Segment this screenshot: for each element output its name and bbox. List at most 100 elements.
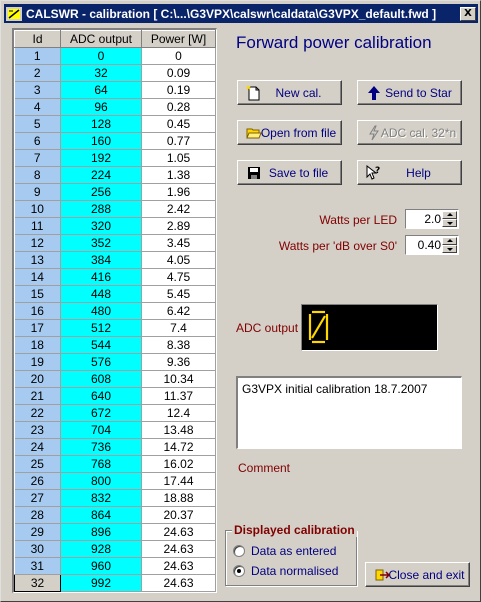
power-cell[interactable]: 24.63	[141, 557, 216, 575]
adc-output-cell[interactable]: 256	[60, 183, 142, 201]
table-row[interactable]: 29 896 24.63	[14, 523, 216, 541]
table-row[interactable]: 21 640 11.37	[14, 387, 216, 405]
close-and-exit-button[interactable]: Close and exit	[365, 562, 470, 587]
power-cell[interactable]: 11.37	[141, 387, 216, 405]
adc-output-cell[interactable]: 928	[60, 540, 142, 558]
table-row[interactable]: 8 224 1.38	[14, 166, 216, 184]
table-row[interactable]: 17 512 7.4	[14, 319, 216, 337]
power-cell[interactable]: 13.48	[141, 421, 216, 439]
table-row[interactable]: 16 480 6.42	[14, 302, 216, 320]
power-cell[interactable]: 6.42	[141, 302, 216, 320]
power-cell[interactable]: 2.89	[141, 217, 216, 235]
power-cell[interactable]: 24.63	[141, 540, 216, 558]
adc-output-cell[interactable]: 32	[60, 64, 142, 82]
send-to-star-button[interactable]: Send to Star	[357, 80, 462, 105]
power-cell[interactable]: 5.45	[141, 285, 216, 303]
comment-textarea[interactable]: G3VPX initial calibration 18.7.2007	[236, 376, 462, 449]
table-row[interactable]: 32 992 24.63	[14, 574, 216, 592]
adc-output-cell[interactable]: 896	[60, 523, 142, 541]
power-cell[interactable]: 0	[141, 47, 216, 65]
adc-output-cell[interactable]: 832	[60, 489, 142, 507]
power-cell[interactable]: 14.72	[141, 438, 216, 456]
adc-output-cell[interactable]: 640	[60, 387, 142, 405]
power-cell[interactable]: 10.34	[141, 370, 216, 388]
adc-output-cell[interactable]: 736	[60, 438, 142, 456]
power-cell[interactable]: 0.77	[141, 132, 216, 150]
column-header-adc-output[interactable]: ADC output	[60, 30, 142, 48]
power-cell[interactable]: 18.88	[141, 489, 216, 507]
adc-output-cell[interactable]: 192	[60, 149, 142, 167]
adc-output-cell[interactable]: 576	[60, 353, 142, 371]
table-row[interactable]: 22 672 12.4	[14, 404, 216, 422]
table-row[interactable]: 24 736 14.72	[14, 438, 216, 456]
watts-per-db-down-button[interactable]	[442, 245, 457, 253]
adc-output-cell[interactable]: 672	[60, 404, 142, 422]
power-cell[interactable]: 7.4	[141, 319, 216, 337]
column-header-power[interactable]: Power [W]	[141, 30, 216, 48]
power-cell[interactable]: 8.38	[141, 336, 216, 354]
table-row[interactable]: 6 160 0.77	[14, 132, 216, 150]
adc-output-cell[interactable]: 224	[60, 166, 142, 184]
table-row[interactable]: 11 320 2.89	[14, 217, 216, 235]
table-row[interactable]: 20 608 10.34	[14, 370, 216, 388]
adc-output-cell[interactable]: 512	[60, 319, 142, 337]
watts-per-led-value[interactable]: 2.0	[408, 212, 441, 226]
table-row[interactable]: 19 576 9.36	[14, 353, 216, 371]
power-cell[interactable]: 20.37	[141, 506, 216, 524]
table-row[interactable]: 26 800 17.44	[14, 472, 216, 490]
power-cell[interactable]: 12.4	[141, 404, 216, 422]
adc-output-cell[interactable]: 160	[60, 132, 142, 150]
power-cell[interactable]: 0.28	[141, 98, 216, 116]
radio-dot-normalised[interactable]	[233, 565, 245, 577]
power-cell[interactable]: 0.09	[141, 64, 216, 82]
watts-per-led-spinner[interactable]: 2.0	[405, 209, 459, 229]
adc-output-cell[interactable]: 384	[60, 251, 142, 269]
table-row[interactable]: 100	[14, 47, 216, 65]
table-row[interactable]: 31 960 24.63	[14, 557, 216, 575]
power-cell[interactable]: 1.05	[141, 149, 216, 167]
adc-output-cell[interactable]: 608	[60, 370, 142, 388]
power-cell[interactable]: 24.63	[141, 523, 216, 541]
table-row[interactable]: 25 768 16.02	[14, 455, 216, 473]
close-window-button[interactable]: X	[460, 6, 476, 21]
watts-per-led-down-button[interactable]	[442, 219, 457, 227]
table-row[interactable]: 9 256 1.96	[14, 183, 216, 201]
power-cell[interactable]: 0.19	[141, 81, 216, 99]
adc-output-cell[interactable]: 64	[60, 81, 142, 99]
power-cell[interactable]: 17.44	[141, 472, 216, 490]
table-row[interactable]: 3 64 0.19	[14, 81, 216, 99]
adc-output-cell[interactable]: 448	[60, 285, 142, 303]
calibration-grid[interactable]: Id ADC output Power [W] 1 0 0 2 32 0.09 3 64 0.1…	[12, 28, 217, 593]
table-row[interactable]: 7 192 1.05	[14, 149, 216, 167]
table-row[interactable]: 10 288 2.42	[14, 200, 216, 218]
table-row[interactable]: 14 416 4.75	[14, 268, 216, 286]
table-row[interactable]: 28 864 20.37	[14, 506, 216, 524]
open-from-file-button[interactable]: Open from file	[237, 120, 342, 145]
table-row[interactable]: 5 128 0.45	[14, 115, 216, 133]
power-cell[interactable]: 1.96	[141, 183, 216, 201]
power-cell[interactable]: 24.63	[141, 574, 216, 592]
radio-dot-as-entered[interactable]	[233, 545, 245, 557]
power-cell[interactable]: 0.45	[141, 115, 216, 133]
power-cell[interactable]: 3.45	[141, 234, 216, 252]
adc-cal-button[interactable]: ADC cal. 32*n	[357, 120, 462, 145]
adc-output-cell[interactable]: 0	[60, 47, 142, 65]
adc-output-cell[interactable]: 704	[60, 421, 142, 439]
help-button[interactable]: ? Help	[357, 160, 462, 185]
adc-output-cell[interactable]: 992	[60, 574, 142, 592]
adc-output-cell[interactable]: 128	[60, 115, 142, 133]
power-cell[interactable]: 1.38	[141, 166, 216, 184]
watts-per-led-up-button[interactable]	[442, 211, 457, 219]
table-row[interactable]: 23 704 13.48	[14, 421, 216, 439]
adc-output-cell[interactable]: 352	[60, 234, 142, 252]
adc-output-cell[interactable]: 480	[60, 302, 142, 320]
column-header-id[interactable]: Id	[14, 30, 61, 48]
adc-output-cell[interactable]: 544	[60, 336, 142, 354]
save-to-file-button[interactable]: Save to file	[237, 160, 342, 185]
watts-per-db-spinner[interactable]: 0.40	[405, 235, 459, 255]
watts-per-db-up-button[interactable]	[442, 237, 457, 245]
adc-output-cell[interactable]: 864	[60, 506, 142, 524]
power-cell[interactable]: 2.42	[141, 200, 216, 218]
table-row[interactable]: 30 928 24.63	[14, 540, 216, 558]
table-row[interactable]: 27 832 18.88	[14, 489, 216, 507]
